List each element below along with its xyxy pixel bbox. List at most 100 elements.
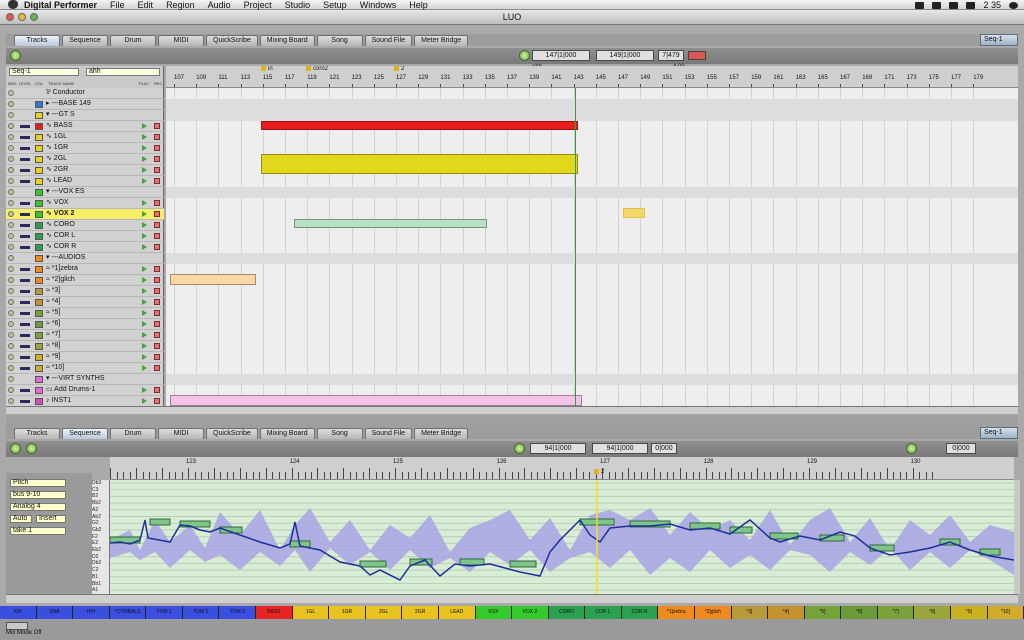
menu-studio[interactable]: Studio	[285, 0, 311, 10]
track-name[interactable]: ∿ VOX 2	[46, 209, 74, 219]
pitch-segment[interactable]	[509, 560, 537, 568]
track-name[interactable]: ∿ LEAD	[46, 176, 72, 186]
record-enable-icon[interactable]	[8, 332, 14, 338]
record-arm-icon[interactable]	[154, 200, 160, 206]
bottom-selection-start[interactable]: 94|1|000	[530, 443, 586, 454]
record-arm-icon[interactable]	[154, 266, 160, 272]
play-enable-icon[interactable]	[142, 123, 147, 129]
record-arm-icon[interactable]	[154, 387, 160, 393]
track-color-swatch[interactable]	[35, 211, 43, 218]
channel-sna[interactable]: SNA	[36, 606, 74, 619]
track-row[interactable]: ∿ 2GR	[6, 165, 164, 176]
tab-sequence[interactable]: Sequence	[62, 428, 108, 439]
tab-mixing-board[interactable]: Mixing Board	[259, 35, 315, 46]
menu-region[interactable]: Region	[166, 0, 195, 10]
bottom-scrollbar[interactable]	[6, 594, 1018, 603]
menu-file[interactable]: File	[110, 0, 125, 10]
track-row[interactable]: ∿ VOX 2	[6, 209, 164, 220]
bottom-panel-menu-icon[interactable]	[10, 443, 21, 454]
record-enable-icon[interactable]	[8, 101, 14, 107]
play-enable-icon[interactable]	[142, 343, 147, 349]
record-arm-icon[interactable]	[154, 178, 160, 184]
play-enable-icon[interactable]	[142, 277, 147, 283]
record-enable-icon[interactable]	[8, 123, 14, 129]
menu-audio[interactable]: Audio	[208, 0, 231, 10]
track-color-swatch[interactable]	[35, 145, 43, 152]
bottom-selection-length[interactable]: 0|000	[651, 443, 677, 454]
track-row[interactable]: ∿ COR L	[6, 231, 164, 242]
track-name[interactable]: ▾ ---VOX ES	[46, 187, 85, 197]
track-name[interactable]: ∿ 2GR	[46, 165, 68, 175]
channel--4-[interactable]: *4]	[768, 606, 805, 619]
record-enable-icon[interactable]	[8, 244, 14, 250]
channel-1gr[interactable]: 1GR	[329, 606, 366, 619]
track-row[interactable]: ▾ ---VIRT SYNTHS	[6, 374, 164, 385]
track-name[interactable]: ∿ 1GL	[46, 132, 67, 142]
channel-coro[interactable]: CORO	[548, 606, 586, 619]
record-arm-icon[interactable]	[154, 156, 160, 162]
record-enable-icon[interactable]	[8, 90, 14, 96]
track-name[interactable]: ▾ ---AUDIOS	[46, 253, 85, 263]
view-options-icon[interactable]	[6, 622, 28, 630]
track-color-swatch[interactable]	[35, 112, 43, 119]
play-enable-icon[interactable]	[142, 310, 147, 316]
menu-clock[interactable]: 2 35	[983, 0, 1001, 10]
track-row[interactable]: ∿ 1GL	[6, 132, 164, 143]
track-color-swatch[interactable]	[35, 101, 43, 108]
channel-tom-3[interactable]: TOM 3	[219, 606, 257, 619]
snap-toggle-icon[interactable]	[688, 51, 706, 60]
play-enable-icon[interactable]	[142, 145, 147, 151]
channel--6-[interactable]: *6]	[841, 606, 878, 619]
volume-icon[interactable]	[932, 1, 942, 9]
record-arm-icon[interactable]	[154, 123, 160, 129]
selection-play-icon[interactable]	[519, 50, 530, 61]
record-enable-icon[interactable]	[8, 189, 14, 195]
channel-2gr[interactable]: 2GR	[402, 606, 439, 619]
track-row[interactable]: ∿ COR R	[6, 242, 164, 253]
bottom-marker[interactable]: 2	[594, 469, 604, 475]
minimize-window-icon[interactable]	[18, 13, 26, 21]
track-color-swatch[interactable]	[35, 244, 43, 251]
track-color-swatch[interactable]	[35, 288, 43, 295]
record-arm-icon[interactable]	[154, 321, 160, 327]
pitch-editor-canvas[interactable]	[110, 480, 1014, 594]
editor-control-auto[interactable]: Auto	[10, 515, 32, 523]
zoom-window-icon[interactable]	[30, 13, 38, 21]
menu-help[interactable]: Help	[409, 0, 428, 10]
track-color-swatch[interactable]	[35, 310, 43, 317]
menu-setup[interactable]: Setup	[323, 0, 347, 10]
editor-control-pitch[interactable]: Pitch	[10, 479, 66, 487]
tab-tracks[interactable]: Tracks	[14, 35, 60, 46]
apple-icon[interactable]	[8, 0, 18, 9]
track-color-swatch[interactable]	[35, 156, 43, 163]
track-color-swatch[interactable]	[35, 277, 43, 284]
track-name[interactable]: ▾ ---GT S	[46, 110, 75, 120]
track-color-swatch[interactable]	[35, 343, 43, 350]
record-enable-icon[interactable]	[8, 299, 14, 305]
record-enable-icon[interactable]	[8, 222, 14, 228]
channel-vox-2[interactable]: VOX 2	[512, 606, 549, 619]
pitch-segment[interactable]	[869, 544, 895, 552]
play-enable-icon[interactable]	[142, 321, 147, 327]
track-name[interactable]: ≈ *9]	[46, 352, 60, 362]
guitar-region[interactable]	[261, 154, 578, 174]
track-row[interactable]: ▾ ---GT S	[6, 110, 164, 121]
track-name[interactable]: ∿ BASS	[46, 121, 73, 131]
record-enable-icon[interactable]	[8, 112, 14, 118]
channel-vox[interactable]: VOX	[475, 606, 513, 619]
close-window-icon[interactable]	[6, 13, 14, 21]
record-enable-icon[interactable]	[8, 354, 14, 360]
track-color-swatch[interactable]	[35, 266, 43, 273]
track-color-swatch[interactable]	[35, 189, 43, 196]
playhead[interactable]	[575, 88, 576, 406]
record-enable-icon[interactable]	[8, 266, 14, 272]
track-color-swatch[interactable]	[35, 387, 43, 394]
channel--9-[interactable]: *9]	[951, 606, 988, 619]
marker-coro2[interactable]: coro2	[306, 66, 328, 72]
menu-windows[interactable]: Windows	[360, 0, 397, 10]
bottom-sequence-selector[interactable]: Seq-1	[980, 427, 1018, 439]
track-name[interactable]: ▭ Add Drums-1	[46, 385, 95, 395]
track-name[interactable]: ≈ *10]	[46, 363, 64, 373]
top-panel-menu-icon[interactable]	[10, 50, 21, 61]
track-color-swatch[interactable]	[35, 299, 43, 306]
